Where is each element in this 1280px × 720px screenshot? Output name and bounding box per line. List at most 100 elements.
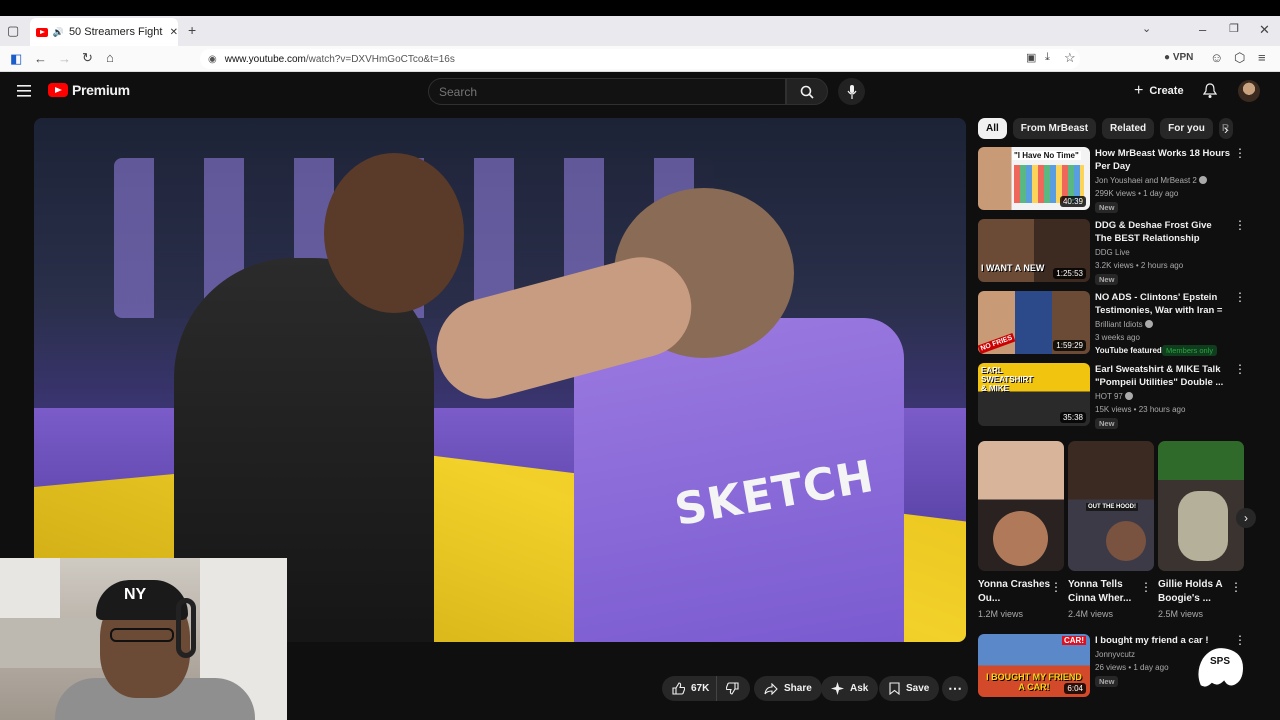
more-horizontal-icon: ⋯	[948, 680, 962, 696]
forward-icon[interactable]: →	[58, 51, 71, 66]
short-title[interactable]: Yonna Crashes Ou...	[978, 578, 1056, 606]
bookmark-star-icon[interactable]: ☆	[1064, 50, 1076, 66]
more-vertical-icon[interactable]: ⋮	[1050, 580, 1062, 594]
new-badge: New	[1095, 676, 1119, 687]
share-button[interactable]: Share	[754, 676, 822, 701]
thumbs-down-icon	[726, 682, 739, 695]
recommendation-item[interactable]: EARL SWEATSHIRT & MIKE 35:38 Earl Sweats…	[978, 363, 1248, 429]
recommendation-item[interactable]: "I Have No Time" 40:39 How MrBeast Works…	[978, 147, 1248, 213]
chip-from-mrbeast[interactable]: From MrBeast	[1012, 118, 1097, 139]
close-tab-icon[interactable]: ✕	[170, 27, 178, 38]
more-actions-button[interactable]: ⋯	[942, 676, 968, 701]
search-button[interactable]	[786, 78, 828, 105]
speaker-icon[interactable]: 🔊	[53, 27, 64, 38]
ask-label: Ask	[850, 683, 869, 694]
channel-name[interactable]: Jon Youshaei and MrBeast 2	[1095, 176, 1235, 185]
chips-next-chevron-icon[interactable]: ›	[1224, 122, 1228, 137]
thumbs-up-icon	[672, 682, 685, 695]
plus-icon: +	[1134, 82, 1144, 99]
short-views: 2.4M views	[1068, 609, 1114, 619]
recommendation-title[interactable]: DDG & Deshae Frost Give The BEST Relatio…	[1095, 220, 1230, 245]
vpn-label: VPN	[1172, 52, 1194, 63]
create-button[interactable]: + Create	[1128, 80, 1190, 102]
home-icon[interactable]: ⌂	[106, 50, 114, 65]
recommendation-item[interactable]: NO FRIES 1:59:29 NO ADS - Clintons' Epst…	[978, 291, 1248, 357]
short-face	[993, 511, 1048, 566]
vpn-button[interactable]: ● VPN	[1164, 52, 1193, 63]
short-title[interactable]: Gillie Holds A Boogie's ...	[1158, 578, 1236, 606]
recommendation-thumbnail[interactable]: CAR! I BOUGHT MY FRIEND A CAR! 6:04	[978, 634, 1090, 697]
screenshot-icon[interactable]: ▣	[1026, 51, 1036, 64]
download-icon[interactable]: ⤓	[1045, 51, 1050, 64]
chip-for-you[interactable]: For you	[1160, 118, 1213, 139]
short-thumbnail[interactable]: OUT THE HOOD!	[1068, 441, 1154, 571]
minimize-icon[interactable]: –	[1199, 22, 1206, 37]
extensions-icon[interactable]: ⬡	[1234, 50, 1245, 66]
more-vertical-icon[interactable]: ⋮	[1234, 291, 1246, 303]
browser-tab-active[interactable]: 🔊 50 Streamers Fight for $1,0 ✕	[30, 18, 178, 46]
channel-name[interactable]: DDG Live	[1095, 248, 1235, 257]
channel-name[interactable]: Brilliant Idiots	[1095, 320, 1235, 329]
recommendation-thumbnail[interactable]: NO FRIES 1:59:29	[978, 291, 1090, 354]
recommendation-title[interactable]: NO ADS - Clintons' Epstein Testimonies, …	[1095, 292, 1230, 317]
browser-tab-bar: ▢ 🔊 50 Streamers Fight for $1,0 ✕ + ⌄ – …	[0, 16, 1280, 46]
create-label: Create	[1149, 85, 1184, 97]
headphones	[176, 598, 196, 658]
recommendation-title[interactable]: Earl Sweatshirt & MIKE Talk "Pompeii Uti…	[1095, 364, 1230, 389]
browser-menu-icon[interactable]: ≡	[1258, 50, 1266, 65]
site-info-icon[interactable]: ◉	[208, 54, 217, 65]
short-thumbnail[interactable]	[1158, 441, 1244, 571]
short-thumbnail[interactable]	[978, 441, 1064, 571]
notifications-bell-icon[interactable]	[1203, 83, 1217, 99]
new-tab-icon[interactable]: +	[188, 22, 196, 38]
views-and-age: 299K views • 1 day ago	[1095, 189, 1179, 198]
more-vertical-icon[interactable]: ⋮	[1234, 363, 1246, 375]
ask-button[interactable]: Ask	[821, 676, 879, 701]
tab-overview-icon[interactable]: ▢	[7, 23, 19, 39]
search-input[interactable]	[439, 84, 785, 99]
filter-chips: All From MrBeast Related For you R	[978, 118, 1248, 140]
sidebar-toggle-icon[interactable]: ◧	[10, 51, 22, 67]
channel-name[interactable]: HOT 97	[1095, 392, 1235, 401]
recommendation-thumbnail[interactable]: EARL SWEATSHIRT & MIKE 35:38	[978, 363, 1090, 426]
duration-badge: 6:04	[1064, 683, 1086, 694]
maximize-icon[interactable]: ❐	[1229, 22, 1239, 35]
youtube-premium-logo[interactable]: Premium	[48, 82, 130, 98]
tab-list-chevron-icon[interactable]: ⌄	[1142, 22, 1151, 35]
recommendation-thumbnail[interactable]: "I Have No Time" 40:39	[978, 147, 1090, 210]
thumbnail-caption: NO FRIES	[978, 332, 1016, 354]
duration-badge: 1:25:53	[1053, 268, 1086, 279]
hamburger-menu-icon[interactable]	[17, 85, 31, 97]
duration-badge: 40:39	[1059, 196, 1086, 207]
more-vertical-icon[interactable]: ⋮	[1234, 147, 1246, 159]
shorts-next-button[interactable]: ›	[1236, 508, 1256, 528]
url-field[interactable]: ◉ www.youtube.com/watch?v=DXVHmGoCTco&t=…	[200, 49, 1080, 69]
recommendation-thumbnail[interactable]: I WANT A NEW 1:25:53	[978, 219, 1090, 282]
close-window-icon[interactable]: ✕	[1259, 22, 1270, 38]
voice-search-button[interactable]	[838, 78, 865, 105]
recommendation-title[interactable]: How MrBeast Works 18 Hours Per Day	[1095, 148, 1230, 173]
back-icon[interactable]: ←	[34, 51, 47, 66]
short-title[interactable]: Yonna Tells Cinna Wher...	[1068, 578, 1146, 606]
youtube-header: Premium + Create	[0, 72, 1280, 112]
save-button[interactable]: Save	[879, 676, 940, 701]
channel-label: HOT 97	[1095, 392, 1123, 401]
logo-text: Premium	[72, 82, 130, 98]
search-box	[428, 78, 786, 105]
chip-related[interactable]: Related	[1102, 118, 1155, 139]
profile-icon[interactable]: ☺	[1210, 50, 1223, 65]
smiling-man-head	[324, 153, 464, 313]
views-and-age: 3.2K views • 2 hours ago	[1095, 261, 1184, 270]
more-vertical-icon[interactable]: ⋮	[1140, 580, 1152, 594]
like-button[interactable]: 67K	[662, 676, 716, 701]
window-light	[0, 558, 60, 618]
more-vertical-icon[interactable]: ⋮	[1230, 580, 1242, 594]
recommendation-item[interactable]: I WANT A NEW 1:25:53 DDG & Deshae Frost …	[978, 219, 1248, 285]
dislike-button[interactable]	[716, 676, 750, 701]
more-vertical-icon[interactable]: ⋮	[1234, 219, 1246, 231]
reload-icon[interactable]: ↻	[82, 50, 93, 66]
members-only-label: Members only	[1166, 346, 1214, 355]
short-money-stack	[1178, 491, 1228, 561]
user-avatar[interactable]	[1238, 80, 1260, 102]
chip-all[interactable]: All	[978, 118, 1007, 139]
